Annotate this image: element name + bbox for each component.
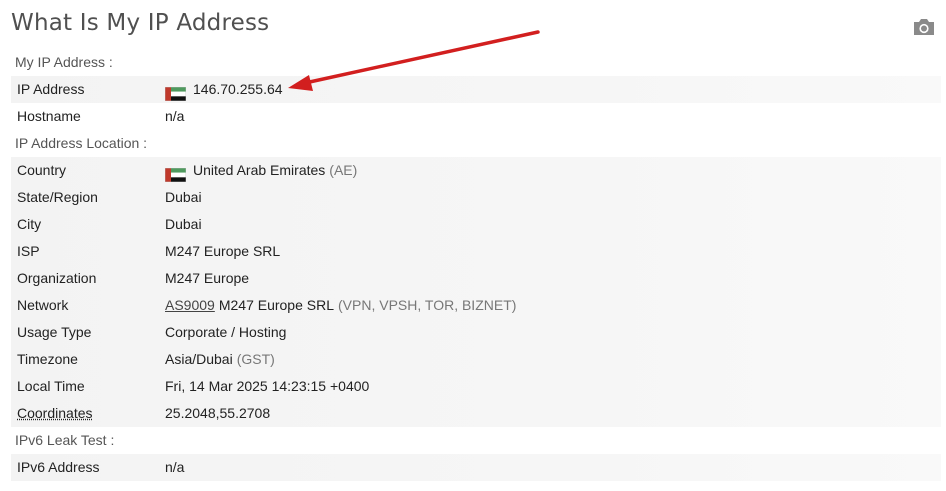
table-row-organization: Organization M247 Europe: [11, 265, 941, 292]
local-time-label: Local Time: [17, 378, 85, 394]
table-row-city: City Dubai: [11, 211, 941, 238]
table-row-coordinates: Coordinates 25.2048,55.2708: [11, 400, 941, 427]
table-row-local-time: Local Time Fri, 14 Mar 2025 14:23:15 +04…: [11, 373, 941, 400]
network-label: Network: [17, 297, 69, 313]
section-location: IP Address Location :: [15, 135, 148, 151]
uae-flag-icon: [164, 164, 187, 182]
timezone-abbr: (GST): [236, 351, 275, 367]
hostname-value: n/a: [165, 108, 185, 124]
section-my-ip: My IP Address :: [15, 54, 113, 70]
country-code: (AE): [329, 162, 358, 178]
city-label: City: [17, 216, 42, 232]
ipv6-label: IPv6 Address: [17, 459, 100, 475]
table-row-country: Country United Arab Emirates (AE): [11, 157, 941, 184]
table-row-state: State/Region Dubai: [11, 184, 941, 211]
organization-label: Organization: [17, 270, 97, 286]
table-row-timezone: Timezone Asia/Dubai (GST): [11, 346, 941, 373]
page-title: What Is My IP Address: [11, 10, 270, 36]
asn-link[interactable]: AS9009: [165, 292, 215, 319]
network-tags: (VPN, VPSH, TOR, BIZNET): [338, 297, 517, 313]
table-row-isp: ISP M247 Europe SRL: [11, 238, 941, 265]
network-name: M247 Europe SRL: [218, 297, 335, 313]
ip-info-table: My IP Address : IP Address 146.70.255.64…: [11, 49, 941, 481]
section-ipv6: IPv6 Leak Test :: [15, 432, 115, 448]
country-value: United Arab Emirates: [193, 162, 326, 178]
hostname-label: Hostname: [17, 108, 81, 124]
ip-address-label: IP Address: [17, 81, 85, 97]
usage-type-label: Usage Type: [17, 324, 92, 340]
timezone-value: Asia/Dubai: [165, 351, 233, 367]
uae-flag-icon: [164, 83, 187, 101]
isp-label: ISP: [17, 243, 40, 259]
table-row-usage-type: Usage Type Corporate / Hosting: [11, 319, 941, 346]
timezone-label: Timezone: [17, 351, 78, 367]
local-time-value: Fri, 14 Mar 2025 14:23:15 +0400: [165, 378, 370, 394]
usage-type-value: Corporate / Hosting: [165, 324, 287, 340]
camera-icon[interactable]: [912, 16, 936, 38]
ipv6-value: n/a: [165, 459, 185, 475]
coordinates-label[interactable]: Coordinates: [17, 405, 93, 421]
isp-value: M247 Europe SRL: [165, 243, 281, 259]
table-row-ip-address: IP Address 146.70.255.64: [11, 76, 941, 103]
state-label: State/Region: [17, 189, 98, 205]
country-label: Country: [17, 162, 67, 178]
city-value: Dubai: [165, 216, 202, 232]
table-row-ipv6: IPv6 Address n/a: [11, 454, 941, 481]
ip-address-value: 146.70.255.64: [193, 81, 283, 97]
table-row-network: Network AS9009 M247 Europe SRL (VPN, VPS…: [11, 292, 941, 319]
coordinates-value: 25.2048,55.2708: [165, 405, 271, 421]
state-value: Dubai: [165, 189, 202, 205]
organization-value: M247 Europe: [165, 270, 250, 286]
table-row-hostname: Hostname n/a: [11, 103, 941, 130]
